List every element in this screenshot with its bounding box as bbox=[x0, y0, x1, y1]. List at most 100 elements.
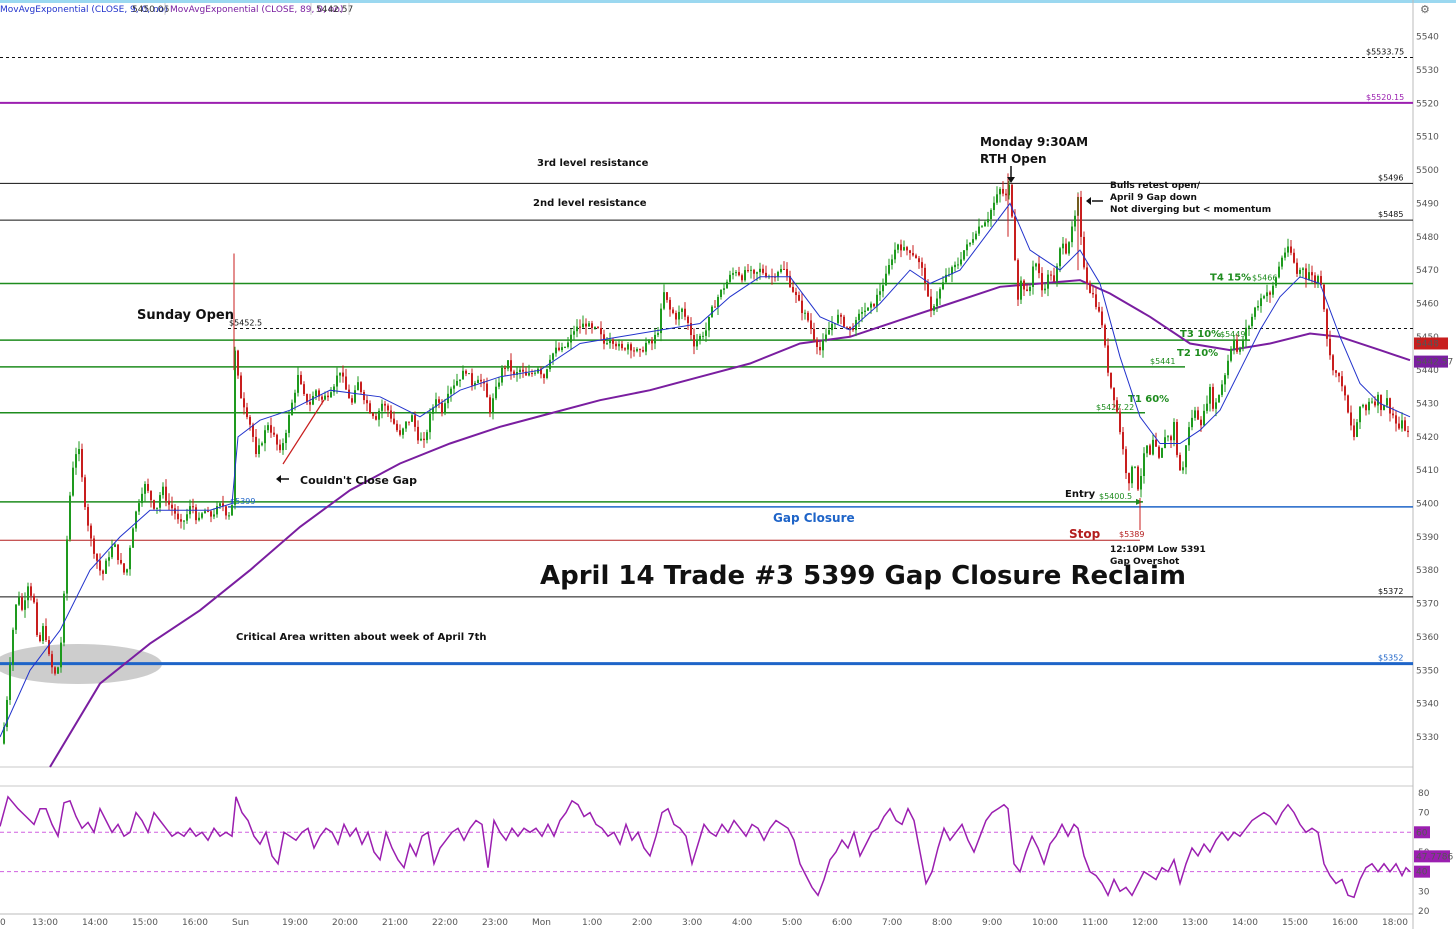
candle-body bbox=[210, 511, 212, 517]
annotation-couldnt-close-gap: Couldn't Close Gap bbox=[300, 474, 417, 487]
candle-body bbox=[21, 597, 23, 610]
candle-body bbox=[1356, 422, 1358, 437]
annotation-monday-open-1: Monday 9:30AM bbox=[980, 135, 1088, 149]
candle-body bbox=[1224, 375, 1226, 385]
candle-body bbox=[162, 486, 164, 496]
candle-body bbox=[807, 312, 809, 321]
candle-body bbox=[1281, 257, 1283, 267]
candle-body bbox=[1149, 445, 1151, 455]
candle-body bbox=[1275, 277, 1277, 286]
candle-body bbox=[1212, 387, 1214, 409]
candle-body bbox=[342, 372, 344, 377]
candle-body bbox=[30, 586, 32, 596]
candle-body bbox=[438, 399, 440, 403]
candle-body bbox=[552, 353, 554, 360]
candle-body bbox=[1170, 436, 1172, 441]
candle-body bbox=[141, 493, 143, 504]
candle-body bbox=[501, 367, 503, 383]
osc-tick-label: 70 bbox=[1418, 809, 1430, 819]
price-tick-label: 5520 bbox=[1416, 99, 1439, 109]
time-tick-label: 15:00 bbox=[132, 918, 158, 928]
candle-body bbox=[444, 403, 446, 414]
level-name: Stop bbox=[1069, 527, 1101, 541]
osc-badge-text: 60 bbox=[1416, 828, 1428, 838]
level-name: Gap Closure bbox=[773, 511, 855, 525]
candle-body bbox=[324, 395, 326, 400]
time-tick-label: 0 bbox=[0, 918, 6, 928]
candle-body bbox=[1215, 402, 1217, 409]
candle-body bbox=[186, 514, 188, 521]
candle-body bbox=[846, 326, 848, 328]
candle-body bbox=[699, 335, 701, 341]
candle-body bbox=[345, 376, 347, 390]
candle-body bbox=[567, 342, 569, 347]
candle-body bbox=[1347, 395, 1349, 413]
candle-body bbox=[732, 273, 734, 275]
candle-body bbox=[609, 339, 611, 344]
candle-body bbox=[1248, 326, 1250, 328]
candle-body bbox=[1362, 404, 1364, 407]
candle-body bbox=[1017, 260, 1019, 300]
level-label: $5449 bbox=[1220, 330, 1245, 339]
candle-body bbox=[1197, 410, 1199, 420]
candle-body bbox=[888, 264, 890, 274]
candle-body bbox=[522, 369, 524, 372]
level-label: $5485 bbox=[1378, 210, 1403, 219]
candle-body bbox=[1098, 306, 1100, 312]
candle-body bbox=[1299, 269, 1301, 274]
candle-body bbox=[315, 390, 317, 396]
candle-body bbox=[1020, 280, 1022, 300]
candle-body bbox=[984, 222, 986, 227]
trading-chart[interactable]: MovAvgExponential (CLOSE, 9, 0, no) 5450… bbox=[0, 0, 1456, 929]
candle-body bbox=[756, 272, 758, 274]
candle-body bbox=[240, 375, 242, 399]
candle-body bbox=[1143, 453, 1145, 476]
candle-body bbox=[354, 390, 356, 403]
annotation-low-1: 12:10PM Low 5391 bbox=[1110, 545, 1206, 555]
candle-body bbox=[1332, 355, 1334, 371]
candle-body bbox=[279, 444, 281, 451]
candle-body bbox=[1119, 411, 1121, 433]
level-label: $5399 bbox=[230, 497, 255, 506]
candle-body bbox=[1173, 422, 1175, 441]
annotation-monday-open-2: RTH Open bbox=[980, 152, 1047, 166]
candle-body bbox=[114, 544, 116, 547]
candle-body bbox=[972, 239, 974, 243]
candle-body bbox=[822, 340, 824, 351]
candle-body bbox=[465, 370, 467, 374]
candle-body bbox=[219, 503, 221, 507]
candle-body bbox=[987, 219, 989, 223]
candle-body bbox=[579, 326, 581, 328]
level-name: Entry bbox=[1065, 489, 1096, 500]
candle-body bbox=[1053, 275, 1055, 282]
candle-body bbox=[243, 398, 245, 408]
time-tick-label: 5:00 bbox=[782, 918, 802, 928]
candle-body bbox=[339, 372, 341, 376]
candle-body bbox=[1140, 475, 1142, 490]
candle-body bbox=[1083, 236, 1085, 268]
candle-body bbox=[1266, 292, 1268, 297]
candle-body bbox=[147, 484, 149, 491]
candle-body bbox=[57, 667, 59, 674]
candle-body bbox=[300, 374, 302, 385]
candle-body bbox=[1257, 306, 1259, 308]
candle-body bbox=[192, 506, 194, 508]
candle-body bbox=[468, 373, 470, 375]
candle-body bbox=[450, 388, 452, 394]
candle-body bbox=[591, 323, 593, 329]
candle-body bbox=[966, 244, 968, 251]
candle-body bbox=[720, 289, 722, 298]
candle-body bbox=[696, 340, 698, 347]
settings-icon[interactable]: ⚙ bbox=[1420, 4, 1430, 16]
candle-body bbox=[777, 271, 779, 278]
ma-slow-value: 5442.57 bbox=[316, 5, 353, 15]
candle-body bbox=[348, 389, 350, 399]
price-tick-label: 5360 bbox=[1416, 633, 1439, 643]
price-tick-label: 5500 bbox=[1416, 166, 1439, 176]
candle-body bbox=[546, 369, 548, 379]
candle-body bbox=[930, 296, 932, 311]
candle-body bbox=[123, 563, 125, 573]
candle-body bbox=[678, 311, 680, 320]
candle-body bbox=[1335, 370, 1337, 373]
candle-body bbox=[1239, 347, 1241, 352]
